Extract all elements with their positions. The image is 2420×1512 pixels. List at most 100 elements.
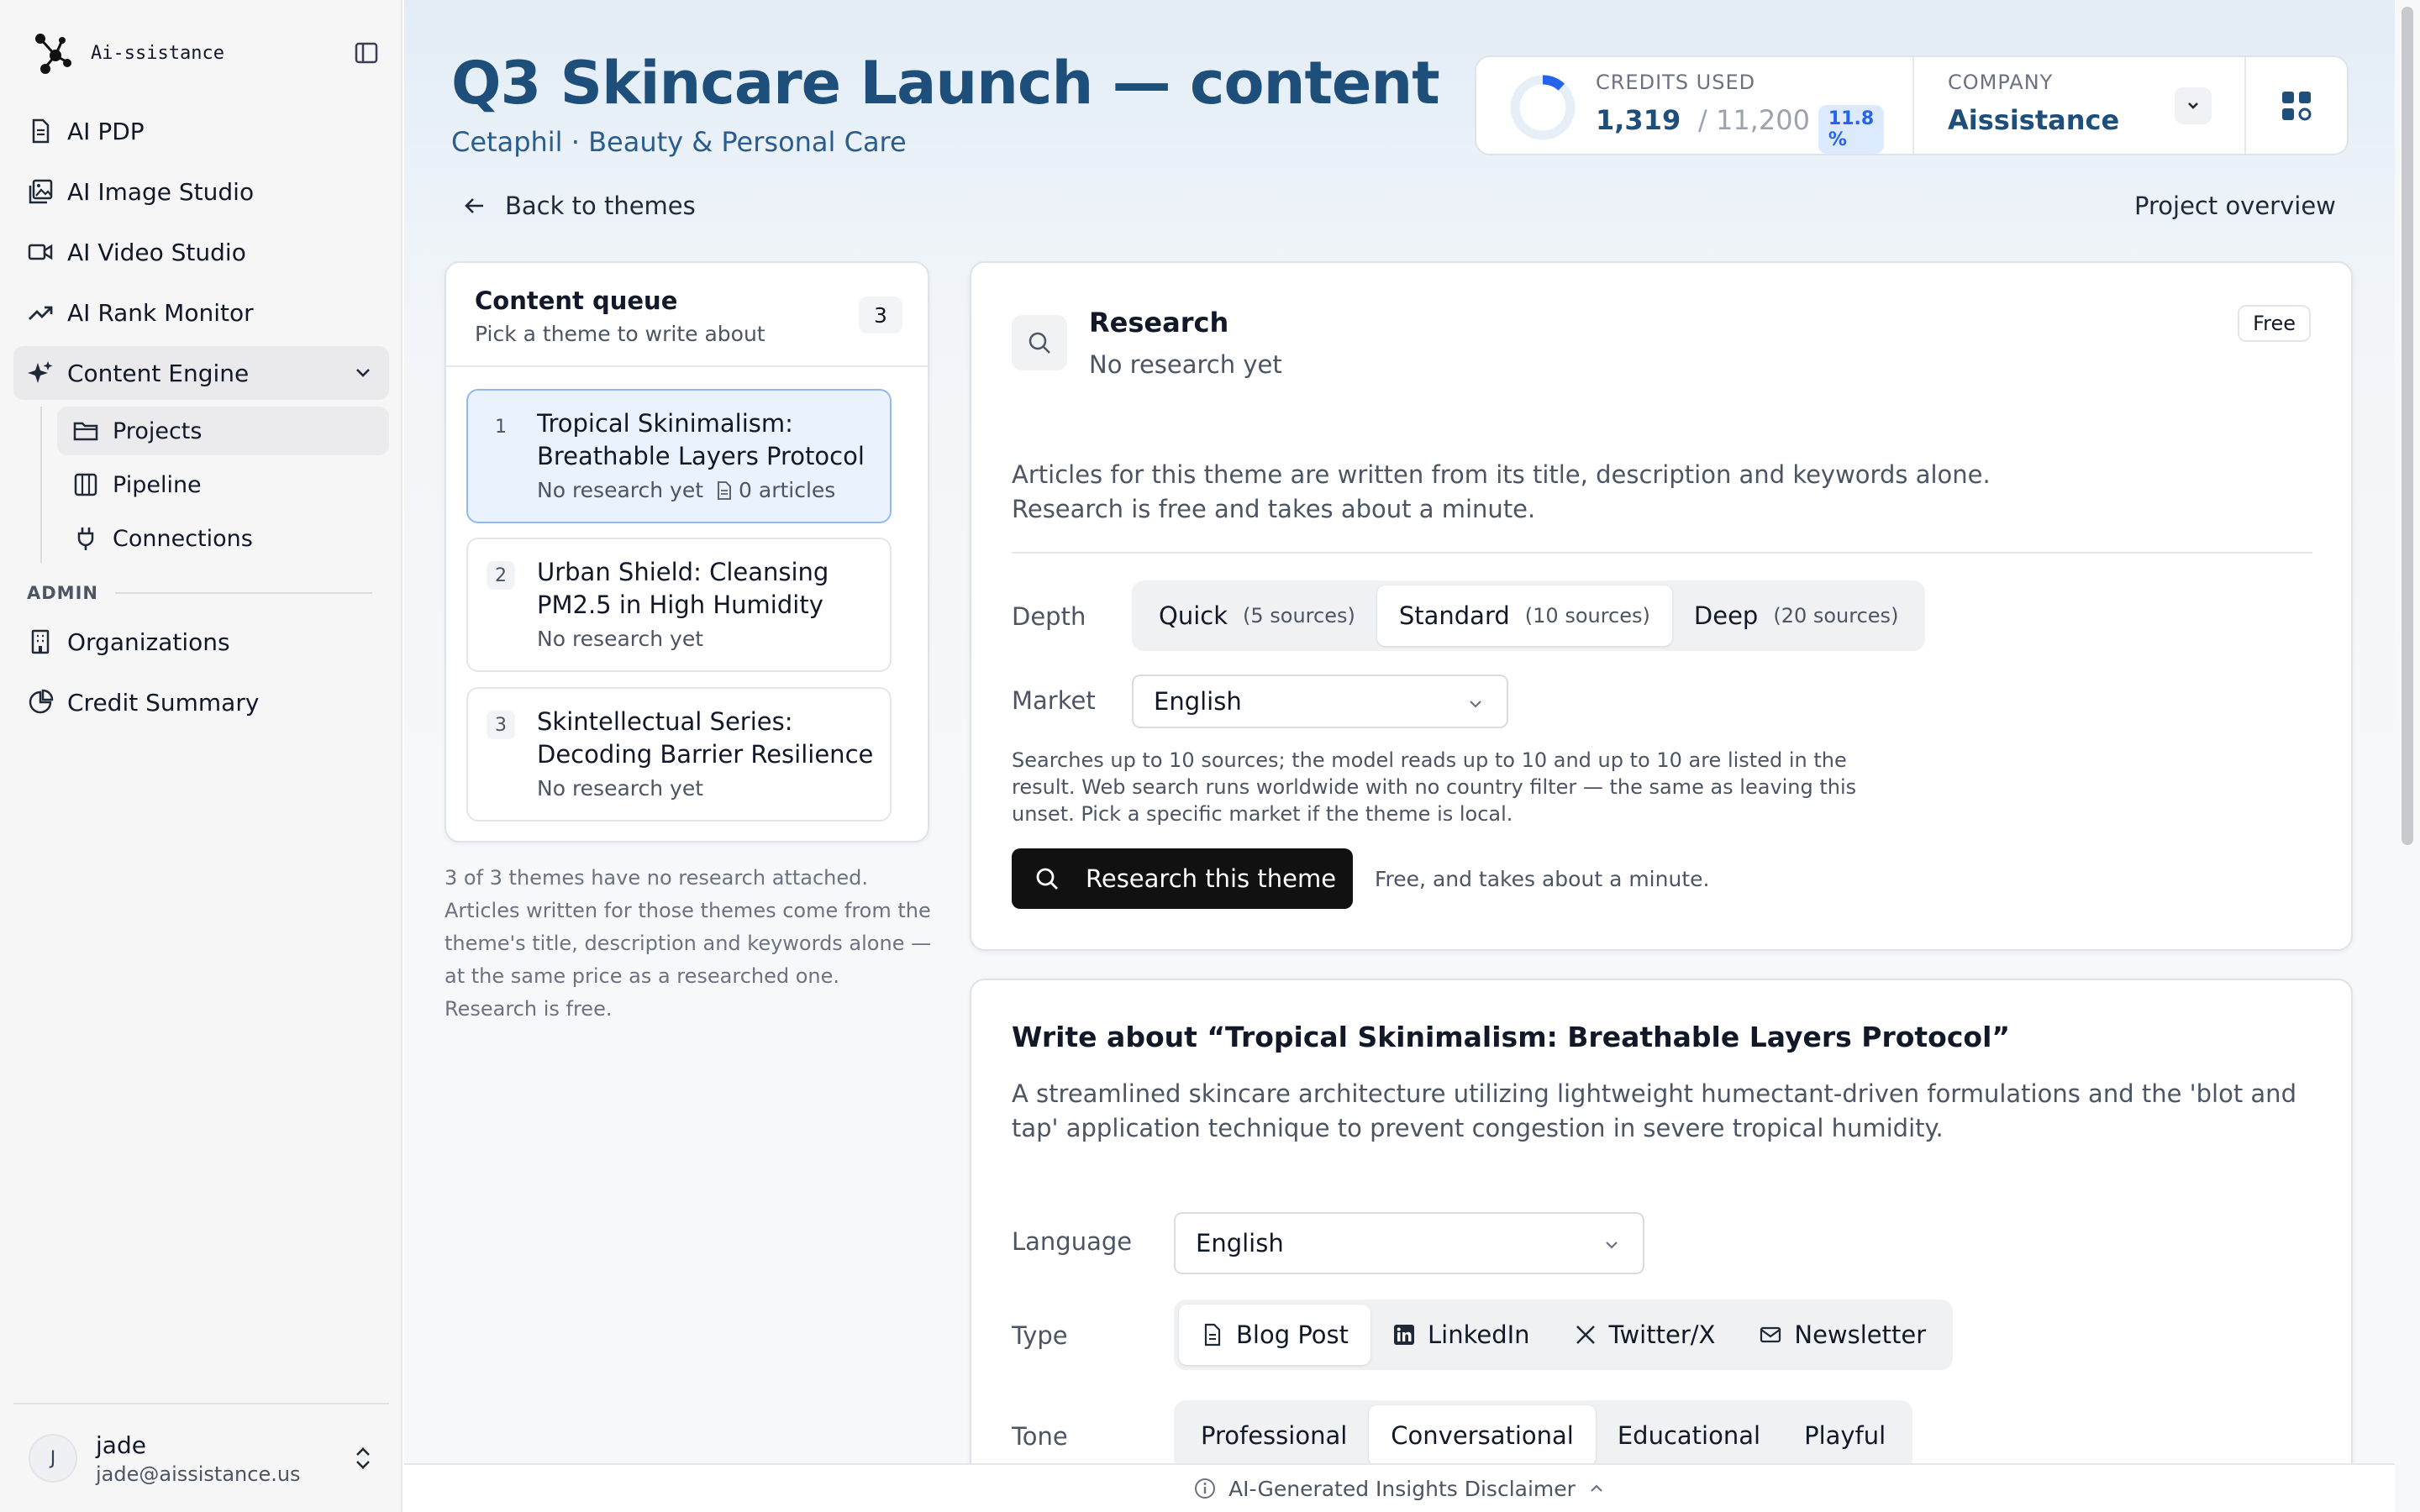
language-select[interactable]: English <box>1174 1212 1644 1274</box>
theme-number: 1 <box>495 416 507 438</box>
language-label: Language <box>1012 1227 1133 1256</box>
company-dropdown-button[interactable] <box>2175 87 2212 124</box>
video-camera-icon <box>28 244 53 260</box>
sidebar: Ai-ssistance AI PDP AI Image Studio AI V… <box>0 0 402 1512</box>
scrollbar-thumb[interactable] <box>2402 7 2413 845</box>
market-select[interactable]: English <box>1132 675 1508 728</box>
market-select-value: English <box>1154 687 1242 716</box>
company-selector[interactable]: COMPANY Aissistance <box>1914 57 2246 154</box>
tone-option-professional[interactable]: Professional <box>1179 1405 1369 1466</box>
sidebar-item-label: Content Engine <box>67 359 250 387</box>
sidebar-item-ai-image-studio[interactable]: AI Image Studio <box>13 165 389 218</box>
type-option-label: Newsletter <box>1794 1320 1927 1349</box>
type-option-twitter-x[interactable]: Twitter/X <box>1552 1305 1738 1365</box>
back-to-themes-link[interactable]: Back to themes <box>463 192 696 220</box>
chevron-down-icon <box>1606 1242 1618 1249</box>
scrollbar[interactable] <box>2395 0 2420 1512</box>
depth-option-sources: (10 sources) <box>1524 604 1650 627</box>
free-badge: Free <box>2238 305 2311 342</box>
research-button-label: Research this theme <box>1086 864 1337 893</box>
apps-grid-icon <box>2282 91 2312 120</box>
sidebar-item-ai-video-studio[interactable]: AI Video Studio <box>13 225 389 279</box>
content-queue-subtitle: Pick a theme to write about <box>475 322 765 346</box>
chevron-up-icon <box>1591 1484 1602 1492</box>
type-option-blog-post[interactable]: Blog Post <box>1179 1305 1370 1365</box>
company-label: COMPANY <box>1948 71 2054 94</box>
research-theme-button[interactable]: Research this theme <box>1012 848 1353 909</box>
ai-disclaimer-bar[interactable]: AI-Generated Insights Disclaimer <box>404 1463 2395 1512</box>
content-queue-header: Content queue Pick a theme to write abou… <box>446 263 928 367</box>
sidebar-item-organizations[interactable]: Organizations <box>13 615 389 669</box>
language-select-value: English <box>1196 1229 1284 1257</box>
sidebar-item-projects[interactable]: Projects <box>57 407 389 455</box>
chevron-down-icon <box>1470 701 1481 708</box>
search-icon <box>1012 315 1067 370</box>
document-icon <box>1204 1323 1221 1347</box>
credits-company-panel: CREDITS USED 1,319 / 11,200 11.8 % COMPA… <box>1475 55 2349 155</box>
folder-icon <box>73 422 98 441</box>
page-title: Q3 Skincare Launch — content <box>451 49 1440 118</box>
sidebar-item-label: Connections <box>113 525 253 552</box>
theme-title: Urban Shield: Cleansing PM2.5 in High Hu… <box>537 558 829 619</box>
disclaimer-label: AI-Generated Insights Disclaimer <box>1228 1476 1576 1501</box>
depth-option-label: Deep <box>1693 601 1759 630</box>
apps-grid-button[interactable] <box>2246 57 2347 154</box>
sidebar-item-ai-pdp[interactable]: AI PDP <box>13 104 389 158</box>
sidebar-item-label: Pipeline <box>113 471 202 498</box>
back-link-label: Back to themes <box>505 192 696 220</box>
credits-label: CREDITS USED <box>1596 71 1756 94</box>
theme-title: Tropical Skinimalism: Breathable Layers … <box>537 409 865 470</box>
research-button-note: Free, and takes about a minute. <box>1375 867 1710 891</box>
type-option-linkedin[interactable]: LinkedIn <box>1370 1305 1552 1365</box>
sidebar-item-pipeline[interactable]: Pipeline <box>57 460 389 509</box>
depth-option-deep[interactable]: Deep (20 sources) <box>1672 585 1921 646</box>
type-option-label: LinkedIn <box>1428 1320 1530 1349</box>
sidebar-item-label: Credit Summary <box>67 688 260 717</box>
theme-number: 3 <box>487 711 515 739</box>
research-description: Articles for this theme are written from… <box>1012 460 1991 523</box>
market-help-text: Searches up to 10 sources; the model rea… <box>1012 748 1857 826</box>
project-overview-link[interactable]: Project overview <box>2134 192 2336 220</box>
search-icon <box>1036 868 1058 890</box>
trending-up-icon <box>29 306 53 320</box>
user-email: jade@aissistance.us <box>96 1462 301 1486</box>
write-title: Write about “Tropical Skinimalism: Breat… <box>1012 1021 2011 1053</box>
credits-used-value: 1,319 <box>1596 104 1681 136</box>
columns-icon <box>74 473 97 496</box>
app-brand[interactable]: Ai-ssistance <box>30 30 380 76</box>
sidebar-item-connections[interactable]: Connections <box>57 514 389 563</box>
sidebar-item-credit-summary[interactable]: Credit Summary <box>13 675 389 729</box>
research-title: Research <box>1089 307 1229 339</box>
chevron-down-icon <box>2188 102 2198 109</box>
research-panel: Research No research yet Free Articles f… <box>970 261 2353 951</box>
sidebar-toggle-icon[interactable] <box>353 39 380 66</box>
queue-research-note: 3 of 3 themes have no research attached.… <box>445 866 932 1021</box>
chevrons-up-down-icon <box>356 1447 370 1469</box>
type-option-newsletter[interactable]: Newsletter <box>1737 1305 1948 1365</box>
tone-option-educational[interactable]: Educational <box>1596 1405 1782 1466</box>
theme-research-status: No research yet <box>537 627 704 651</box>
tone-label: Tone <box>1012 1422 1068 1451</box>
theme-research-status: No research yet <box>537 478 704 502</box>
type-option-label: Blog Post <box>1236 1320 1349 1349</box>
sidebar-item-label: AI PDP <box>67 117 145 145</box>
tone-option-conversational[interactable]: Conversational <box>1369 1405 1596 1466</box>
theme-meta: No research yet <box>537 776 703 801</box>
user-menu[interactable]: J jade jade@aissistance.us <box>13 1403 389 1512</box>
content-queue-title: Content queue <box>475 286 678 315</box>
sidebar-item-content-engine[interactable]: Content Engine <box>13 346 389 400</box>
theme-item-1[interactable]: 1 Tropical Skinimalism: Breathable Layer… <box>466 389 892 523</box>
theme-item-3[interactable]: 3 Skintellectual Series: Decoding Barrie… <box>466 687 892 822</box>
user-name: jade <box>96 1431 146 1459</box>
depth-option-standard[interactable]: Standard (10 sources) <box>1376 585 1672 646</box>
theme-item-2[interactable]: 2 Urban Shield: Cleansing PM2.5 in High … <box>466 538 892 672</box>
credits-used-widget[interactable]: CREDITS USED 1,319 / 11,200 11.8 % <box>1476 57 1914 154</box>
content-engine-submenu: Projects Pipeline Connections <box>40 407 389 563</box>
sidebar-item-ai-rank-monitor[interactable]: AI Rank Monitor <box>13 286 389 339</box>
depth-selector: Quick (5 sources) Standard (10 sources) … <box>1132 580 1926 651</box>
research-status: No research yet <box>1089 350 1282 379</box>
tone-option-playful[interactable]: Playful <box>1782 1405 1907 1466</box>
write-panel: Write about “Tropical Skinimalism: Breat… <box>970 979 2353 1512</box>
logo-icon <box>35 34 71 74</box>
depth-option-quick[interactable]: Quick (5 sources) <box>1137 585 1377 646</box>
